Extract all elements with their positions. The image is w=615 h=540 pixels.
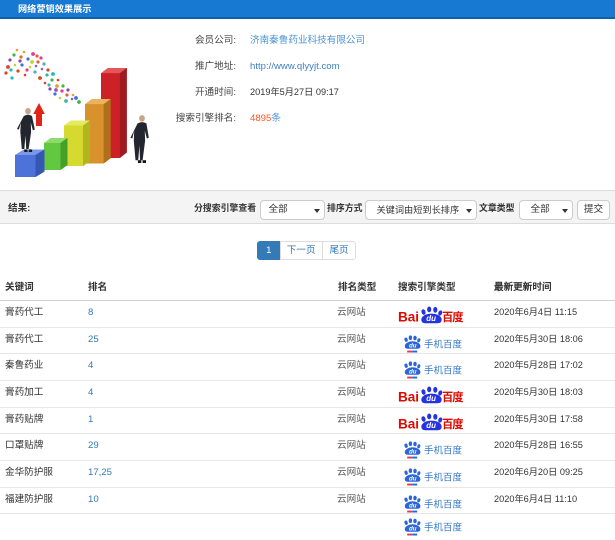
svg-text:手机百度: 手机百度 bbox=[424, 496, 463, 510]
svg-text:Bai: Bai bbox=[398, 310, 419, 325]
svg-text:du: du bbox=[409, 526, 417, 533]
svg-text:手机百度: 手机百度 bbox=[424, 336, 463, 350]
svg-text:手机百度: 手机百度 bbox=[424, 520, 463, 534]
svg-text:du: du bbox=[409, 342, 417, 349]
svg-text:手机百度: 手机百度 bbox=[424, 443, 463, 457]
svg-text:Bai: Bai bbox=[398, 390, 419, 405]
svg-text:du: du bbox=[426, 314, 436, 323]
svg-text:手机百度: 手机百度 bbox=[424, 469, 463, 483]
svg-text:Bai: Bai bbox=[398, 416, 419, 431]
svg-text:du: du bbox=[409, 369, 417, 376]
svg-text:百度: 百度 bbox=[442, 309, 464, 325]
svg-text:百度: 百度 bbox=[442, 416, 464, 432]
svg-text:手机百度: 手机百度 bbox=[424, 363, 463, 377]
svg-text:百度: 百度 bbox=[442, 389, 464, 405]
svg-text:du: du bbox=[409, 449, 417, 456]
svg-text:du: du bbox=[426, 421, 436, 430]
svg-text:du: du bbox=[426, 394, 436, 403]
svg-text:du: du bbox=[409, 475, 417, 482]
svg-text:du: du bbox=[409, 502, 417, 509]
